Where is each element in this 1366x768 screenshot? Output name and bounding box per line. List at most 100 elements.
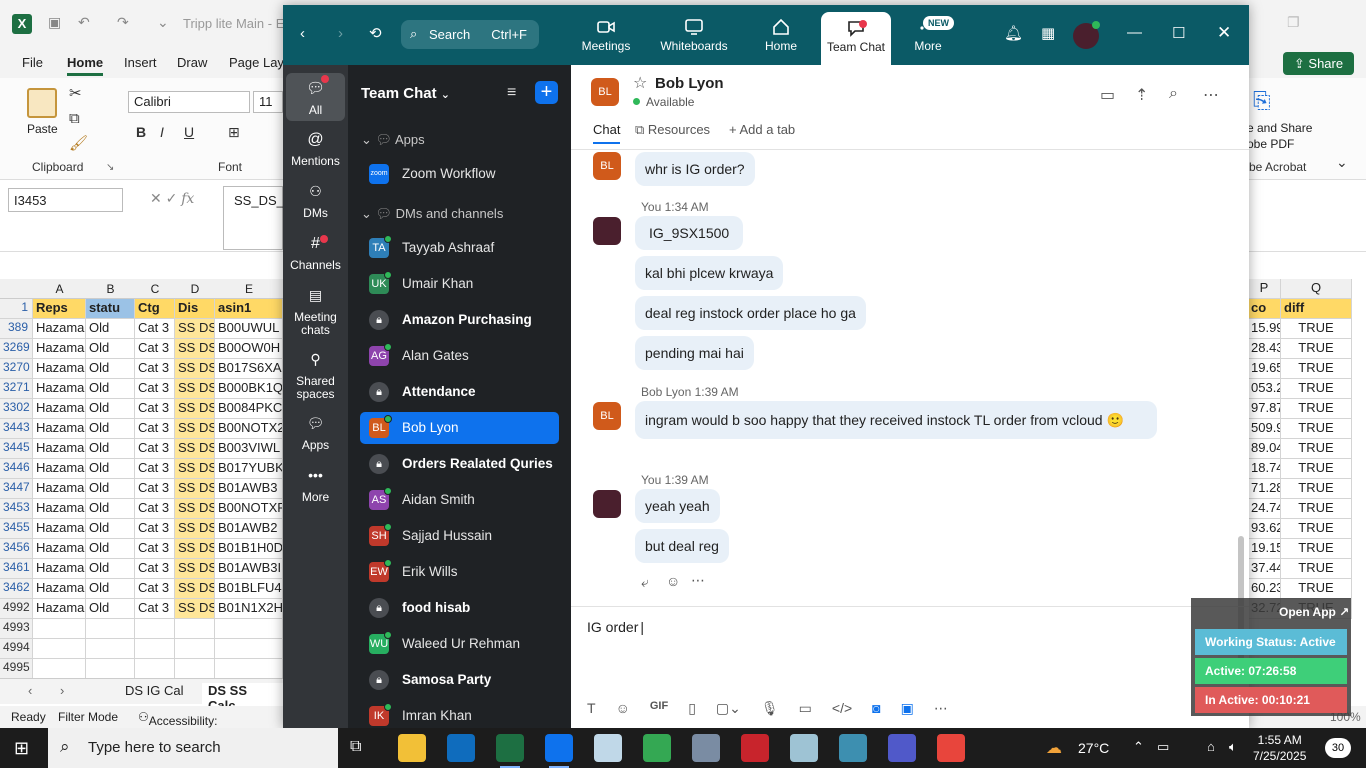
table-cell[interactable]: 71.28	[1248, 479, 1281, 499]
sidebar-item[interactable]: AG Alan Gates	[360, 340, 559, 372]
table-cell[interactable]	[33, 619, 86, 639]
gif-icon[interactable]: GIF	[650, 700, 668, 717]
close-icon[interactable]: ✕	[1217, 23, 1231, 43]
table-cell[interactable]: TRUE	[1281, 339, 1352, 359]
table-cell[interactable]	[86, 599, 135, 619]
table-cell[interactable]: SS DS	[175, 559, 215, 579]
table-cell[interactable]: Cat 3	[135, 479, 175, 499]
sidebar-item[interactable]: SH Sajjad Hussain	[360, 520, 559, 552]
new-chat-button[interactable]: +	[535, 81, 558, 104]
table-cell[interactable]: Hazama	[33, 539, 86, 559]
chrome-icon[interactable]	[937, 734, 965, 762]
table-cell[interactable]: Hazama	[33, 379, 86, 399]
row-number[interactable]: 3270	[0, 359, 33, 379]
table-cell[interactable]: Cat 3	[135, 319, 175, 339]
table-cell[interactable]: Hazama	[33, 419, 86, 439]
nav-whiteboards[interactable]: Whiteboards	[653, 5, 735, 65]
table-cell[interactable]: Cat 3	[135, 399, 175, 419]
table-cell[interactable]: Cat 3	[135, 359, 175, 379]
table-cell[interactable]: Old	[86, 559, 135, 579]
section-dms[interactable]: ⌄ 💬︎ DMs and channels	[361, 206, 503, 222]
table-cell[interactable]: statu	[86, 299, 135, 319]
nav-team-chat[interactable]: Team Chat	[821, 12, 891, 65]
table-cell[interactable]	[175, 619, 215, 639]
battery-icon[interactable]: ▭	[1157, 739, 1169, 755]
rail-dms[interactable]: ⚇ DMs	[286, 184, 345, 220]
column-header[interactable]: D	[175, 282, 215, 296]
network-icon[interactable]: ⌂	[1207, 739, 1215, 754]
borders-icon[interactable]: ⊞	[228, 124, 240, 141]
more-options-icon[interactable]: ⋯	[1203, 85, 1219, 105]
sidebar-item[interactable]: 🔒︎ food hisab	[360, 592, 559, 624]
row-number[interactable]: 1	[0, 299, 33, 319]
table-cell[interactable]: B000BK1Q	[215, 379, 283, 399]
table-cell[interactable]	[175, 639, 215, 659]
table-cell[interactable]: Hazama	[33, 319, 86, 339]
table-cell[interactable]: Hazama	[33, 479, 86, 499]
chrome-icon[interactable]	[643, 734, 671, 762]
table-cell[interactable]: SS DS	[175, 519, 215, 539]
table-cell[interactable]: Old	[86, 539, 135, 559]
contact-name[interactable]: Bob Lyon	[655, 75, 724, 92]
row-number[interactable]: 3443	[0, 419, 33, 439]
table-cell[interactable]: Cat 3	[135, 579, 175, 599]
italic-icon[interactable]: I	[160, 124, 164, 140]
formula-fx-icon[interactable]: ✕ ✓ fx	[150, 190, 194, 207]
avatar[interactable]: BL	[593, 402, 621, 430]
tab-resources[interactable]: ⧉ Resources	[635, 122, 710, 138]
paste-icon[interactable]	[27, 88, 57, 118]
row-number[interactable]: 3456	[0, 539, 33, 559]
table-cell[interactable]: Hazama	[33, 519, 86, 539]
message-bubble[interactable]: pending mai hai	[635, 336, 754, 370]
calendar-icon[interactable]: ▦	[1041, 24, 1055, 42]
video-message-icon[interactable]: ▭	[799, 700, 812, 717]
notification-badge[interactable]: 30	[1325, 738, 1351, 758]
table-cell[interactable]: Cat 3	[135, 339, 175, 359]
message-bubble[interactable]: yeah yeah	[635, 489, 720, 523]
rail-more[interactable]: ••• More	[286, 468, 345, 504]
qat-dropdown-icon[interactable]: ⌄	[157, 14, 169, 31]
table-cell[interactable]: B00NOTXF	[215, 499, 283, 519]
table-cell[interactable]: B00UWUL	[215, 319, 283, 339]
table-cell[interactable]	[135, 599, 175, 619]
font-name-box[interactable]: Calibri	[128, 91, 250, 113]
more-icon[interactable]: ⋯	[934, 700, 948, 717]
tab-insert[interactable]: Insert	[124, 55, 157, 70]
open-app-link[interactable]: Open App ↗	[1279, 605, 1349, 619]
column-header[interactable]: E	[215, 282, 283, 296]
name-box[interactable]: I3453	[8, 188, 123, 212]
table-cell[interactable]: Old	[86, 459, 135, 479]
reply-icon[interactable]: ⤶	[641, 574, 649, 591]
create-share-pdf-button[interactable]: e and Share obe PDF	[1247, 120, 1312, 152]
outlook-icon[interactable]	[447, 734, 475, 762]
row-number[interactable]: 4993	[0, 619, 33, 639]
format-painter-icon[interactable]: 🖌	[69, 134, 88, 152]
font-size-box[interactable]: 11	[253, 91, 283, 113]
table-cell[interactable]: B01AWB3I	[215, 559, 283, 579]
sidebar-item[interactable]: 🔒︎ Orders Realated Quries	[360, 448, 559, 480]
table-cell[interactable]: 19.65	[1248, 359, 1281, 379]
table-cell[interactable]: Old	[86, 499, 135, 519]
weather-icon[interactable]: ☁	[1046, 738, 1062, 758]
tab-add[interactable]: + Add a tab	[729, 122, 795, 137]
copy-icon[interactable]: ⧉	[69, 110, 80, 127]
sidebar-item[interactable]: 🔒︎ Attendance	[360, 376, 559, 408]
table-cell[interactable]	[215, 599, 283, 619]
sidebar-item[interactable]: AS Aidan Smith	[360, 484, 559, 516]
table-cell[interactable]: B003VIWL	[215, 439, 283, 459]
table-cell[interactable]: SS DS	[175, 579, 215, 599]
table-cell[interactable]: Dis	[175, 299, 215, 319]
table-cell[interactable]: Hazama	[33, 499, 86, 519]
video-call-icon[interactable]: ▭	[1100, 85, 1115, 105]
table-cell[interactable]: Old	[86, 339, 135, 359]
table-cell[interactable]: SS DS	[175, 359, 215, 379]
table-cell[interactable]: Old	[86, 319, 135, 339]
row-number[interactable]: 3461	[0, 559, 33, 579]
windows-start-icon[interactable]: ⊞	[14, 738, 29, 759]
table-cell[interactable]: asin1	[215, 299, 283, 319]
row-number[interactable]: 3445	[0, 439, 33, 459]
table-cell[interactable]: 509.9	[1248, 419, 1281, 439]
sidebar-item[interactable]: 🔒︎ Amazon Purchasing	[360, 304, 559, 336]
row-number[interactable]: 389	[0, 319, 33, 339]
table-cell[interactable]: Old	[86, 399, 135, 419]
